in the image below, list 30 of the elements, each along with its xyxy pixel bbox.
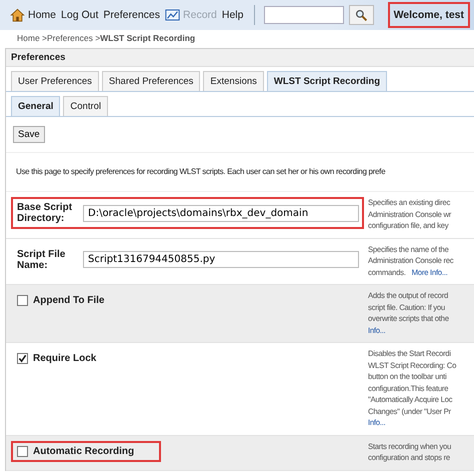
tab[interactable]: General [11,96,60,116]
search-icon [355,8,368,22]
checkbox-label: Append To File [33,295,104,306]
input-field[interactable]: D:\oracle\projects\domains\rbx_dev_domain [83,204,359,222]
tab[interactable]: User Preferences [11,71,99,91]
field-label: Base Script Directory: [17,202,74,224]
intro-text: Use this page to specify preferences for recording WLST scripts. Each user can set her or his own recording prefe [6,153,474,192]
toolbar-link[interactable]: Help [222,9,244,21]
search-button[interactable] [349,5,374,25]
toolbar-link[interactable]: Log Out [61,9,98,21]
checkbox-label: Require Lock [33,353,96,364]
house-icon[interactable] [10,8,25,22]
tab[interactable]: WLST Script Recording [266,71,387,91]
checkbox-label: Automatic Recording [33,446,134,456]
tab[interactable]: Control [63,96,108,116]
breadcrumb: Home >Preferences >WLST Script Recording [16,32,196,45]
save-button[interactable]: Save [13,126,45,143]
toolbar-link[interactable]: Home [28,9,56,21]
tab[interactable]: Shared Preferences [102,71,200,91]
field-label: Script File Name: [17,248,66,270]
welcome-text: Welcome, test [388,2,470,28]
checkbox[interactable] [17,446,28,456]
checkbox[interactable] [17,353,28,364]
search-field[interactable] [264,6,344,24]
tab[interactable]: Extensions [203,71,264,91]
input-field[interactable]: Script1316794450855.py [83,251,359,268]
chart-icon[interactable] [165,8,180,22]
panel-title: Preferences [6,49,474,67]
checkbox[interactable] [17,295,28,306]
toolbar-link[interactable]: Preferences [103,9,160,21]
